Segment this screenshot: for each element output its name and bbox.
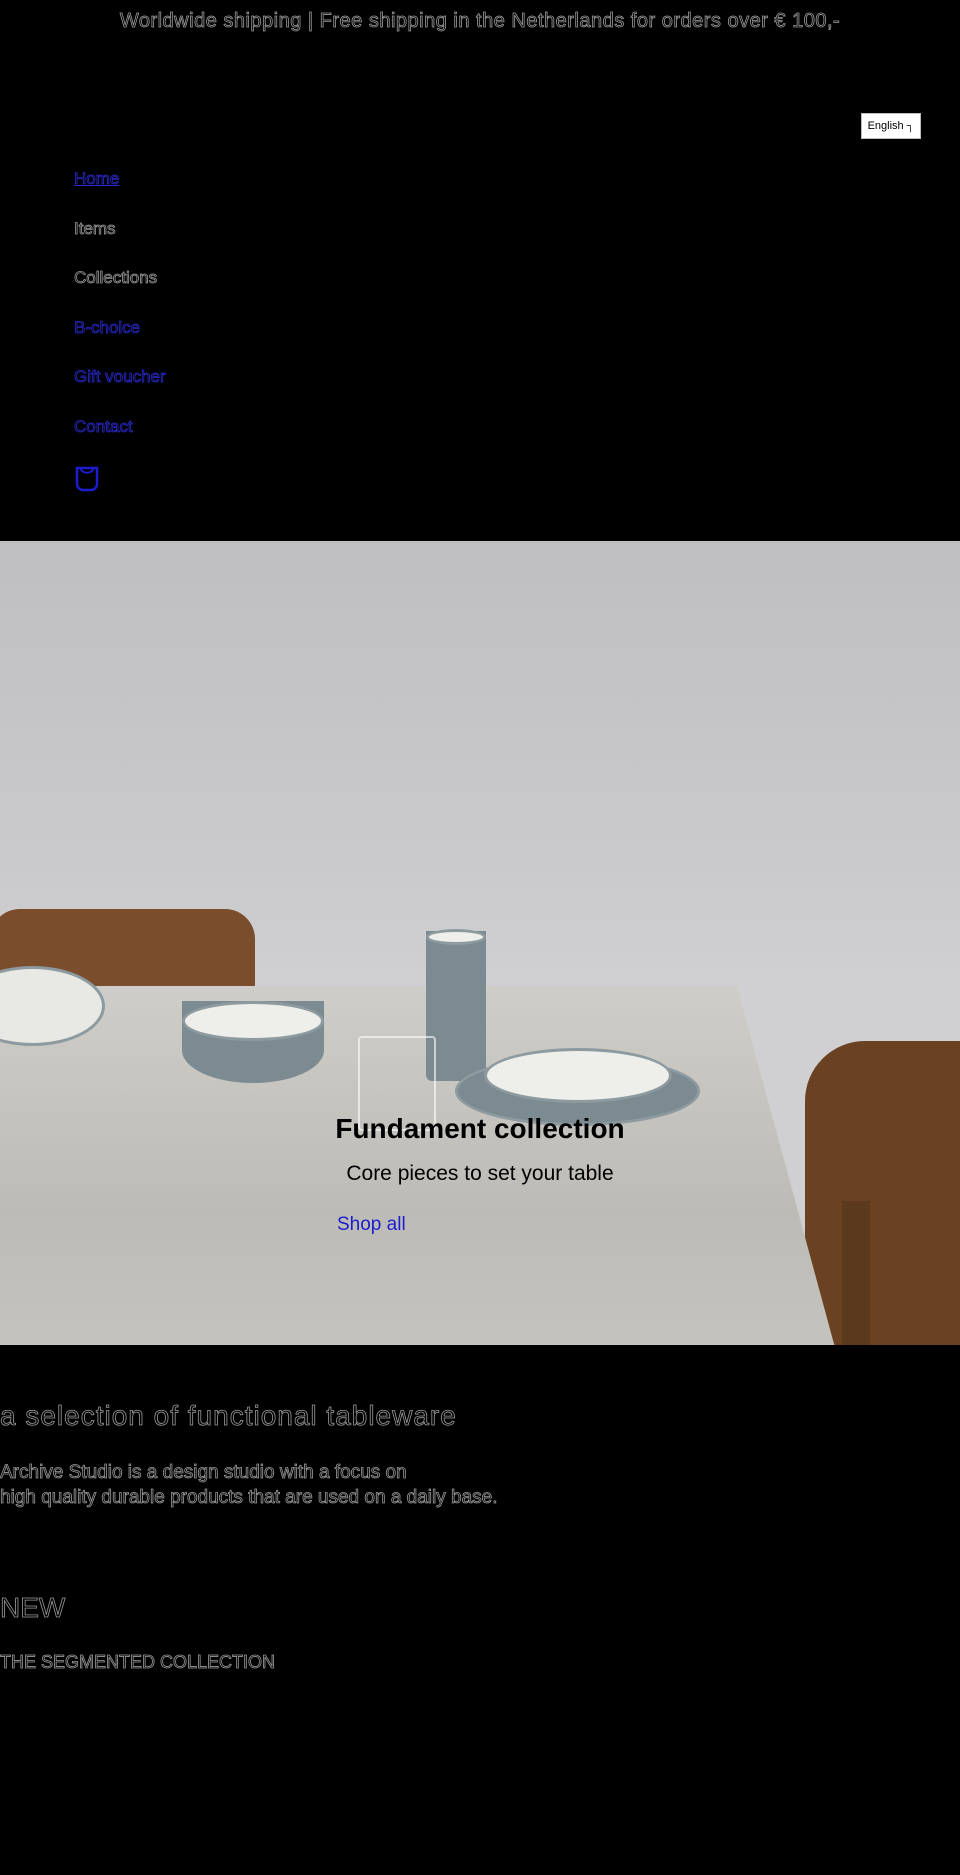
featured-heading: NEW xyxy=(0,1592,66,1624)
nav-contact[interactable]: Contact xyxy=(74,417,133,437)
hero-banner: Fundament collection Core pieces to set … xyxy=(0,541,960,1345)
hero-subtitle: Core pieces to set your table xyxy=(346,1162,614,1185)
about-line-2: high quality durable products that are u… xyxy=(0,1487,498,1509)
about-text: Archive Studio is a design studio with a… xyxy=(0,1460,560,1510)
hero-title: Fundament collection xyxy=(335,1113,625,1144)
chevron-down-icon: ┐ xyxy=(906,120,915,132)
language-selected: English xyxy=(867,120,904,132)
shop-all-link[interactable]: Shop all xyxy=(337,1214,406,1236)
nav-b-choice[interactable]: B-choice xyxy=(74,318,141,338)
nav-collections[interactable]: Collections xyxy=(74,268,158,288)
nav-home[interactable]: Home xyxy=(74,169,120,189)
about-line-1: Archive Studio is a design studio with a… xyxy=(0,1462,407,1484)
about-heading: a selection of functional tableware xyxy=(0,1400,457,1432)
announcement-bar: Worldwide shipping | Free shipping in th… xyxy=(119,10,841,33)
shopping-bag-icon[interactable] xyxy=(74,466,100,497)
nav-items[interactable]: Items xyxy=(74,219,116,239)
language-selector[interactable]: English ┐ xyxy=(861,113,921,139)
featured-subheading: THE SEGMENTED COLLECTION xyxy=(0,1652,276,1673)
nav-gift-voucher[interactable]: Gift voucher xyxy=(74,367,166,387)
